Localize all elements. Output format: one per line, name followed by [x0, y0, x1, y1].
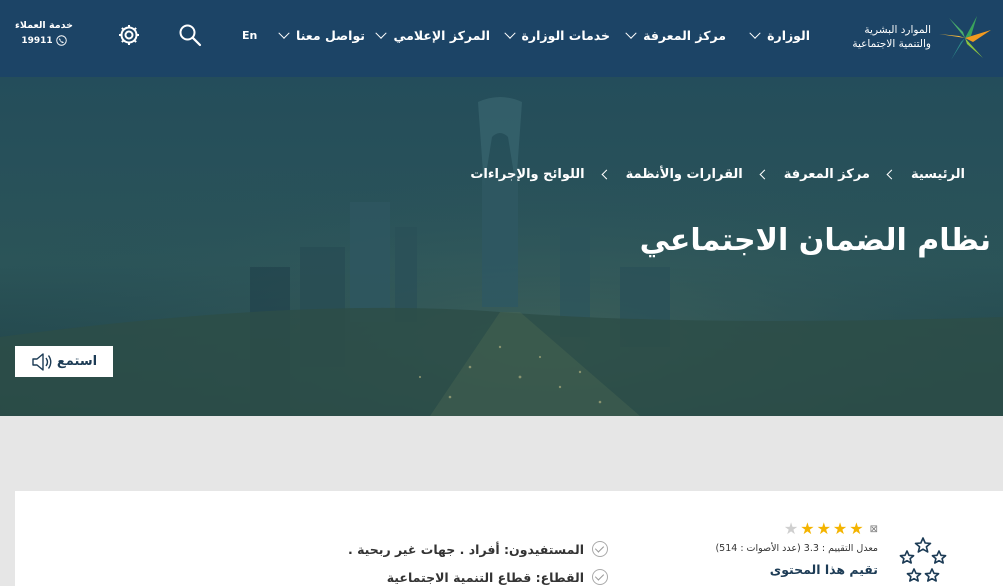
chevron-left-icon	[886, 169, 897, 180]
logo-line-1: الموارد البشرية	[864, 24, 931, 36]
check-circle-icon	[592, 541, 608, 557]
nav-item-label: مركز المعرفة	[643, 28, 726, 43]
customer-service-label: خدمة العملاء	[15, 20, 73, 31]
clear-rating-icon[interactable]: ⊠	[870, 524, 878, 535]
nav-item-contact-us[interactable]: تواصل معنا	[278, 27, 365, 43]
listen-button[interactable]: استمع	[15, 346, 113, 377]
info-text: المستفيدون: أفراد . جهات غير ربحية .	[347, 541, 584, 557]
nav-item-knowledge-center[interactable]: مركز المعرفة	[625, 27, 726, 43]
content-card: ⊠ ★ ★ ★ ★ ★ معدل التقييم : 3.3 (عدد الأص…	[15, 491, 1003, 586]
rate-content-label: تقيم هذا المحتوى	[769, 562, 878, 577]
listen-label: استمع	[56, 354, 98, 369]
language-toggle[interactable]: En	[242, 29, 257, 42]
chevron-down-icon	[749, 27, 761, 39]
star-5-icon[interactable]: ★	[784, 521, 798, 537]
speaker-icon	[32, 352, 52, 371]
check-circle-icon	[592, 569, 608, 585]
hero-banner: الرئيسية مركز المعرفة القرارات والأنظمة …	[0, 77, 1003, 416]
info-row-sector: القطاع: قطاع التنمية الاجتماعية	[348, 569, 608, 585]
stars-ring-icon	[899, 537, 947, 582]
ministry-logo[interactable]: الموارد البشرية والتنمية الاجتماعية	[828, 14, 993, 62]
breadcrumb-knowledge-center[interactable]: مركز المعرفة	[784, 167, 870, 182]
chevron-left-icon	[601, 169, 612, 180]
nav-item-label: تواصل معنا	[296, 28, 365, 43]
customer-service-number: 19911	[14, 35, 74, 46]
chevron-down-icon	[503, 27, 516, 39]
star-1-icon[interactable]: ★	[849, 521, 863, 537]
info-list: المستفيدون: أفراد . جهات غير ربحية . الق…	[348, 541, 608, 586]
chevron-down-icon	[278, 27, 290, 39]
breadcrumb-rules-procedures[interactable]: اللوائح والإجراءات	[470, 167, 584, 182]
info-row-beneficiaries: المستفيدون: أفراد . جهات غير ربحية .	[348, 541, 608, 557]
nav-item-label: خدمات الوزارة	[521, 28, 610, 43]
site-header: الموارد البشرية والتنمية الاجتماعية الوز…	[0, 0, 1003, 77]
logo-line-2: والتنمية الاجتماعية	[852, 38, 931, 50]
star-4-icon[interactable]: ★	[800, 521, 814, 537]
star-2-icon[interactable]: ★	[833, 521, 847, 537]
nav-item-ministry[interactable]: الوزارة	[749, 27, 810, 43]
page-title: نظام الضمان الاجتماعي	[639, 223, 991, 258]
chevron-left-icon	[759, 169, 770, 180]
rating-info: معدل التقييم : 3.3 (عدد الأصوات : 514)	[715, 543, 878, 554]
breadcrumb-decisions-regulations[interactable]: القرارات والأنظمة	[626, 167, 743, 182]
customer-service[interactable]: خدمة العملاء 19911	[14, 20, 74, 46]
nav-item-media-center[interactable]: المركز الإعلامي	[375, 27, 490, 43]
rating-block: ⊠ ★ ★ ★ ★ ★ معدل التقييم : 3.3 (عدد الأص…	[715, 521, 878, 578]
nav-item-label: الوزارة	[767, 28, 810, 43]
info-text: القطاع: قطاع التنمية الاجتماعية	[386, 569, 584, 585]
star-3-icon[interactable]: ★	[817, 521, 831, 537]
rating-stars: ⊠ ★ ★ ★ ★ ★	[715, 521, 878, 537]
breadcrumb-home[interactable]: الرئيسية	[911, 167, 965, 182]
chevron-down-icon	[375, 27, 388, 39]
gear-icon[interactable]	[117, 23, 141, 51]
search-icon[interactable]	[178, 23, 202, 51]
ministry-logo-mark-icon	[939, 16, 991, 60]
nav-item-label: المركز الإعلامي	[393, 28, 490, 43]
nav-item-ministry-services[interactable]: خدمات الوزارة	[503, 27, 610, 43]
chevron-down-icon	[625, 27, 637, 39]
ministry-logo-text: الموارد البشرية والتنمية الاجتماعية	[852, 23, 931, 51]
customer-service-number-text: 19911	[21, 35, 53, 46]
phone-icon	[55, 35, 67, 46]
breadcrumb: الرئيسية مركز المعرفة القرارات والأنظمة …	[470, 167, 965, 182]
